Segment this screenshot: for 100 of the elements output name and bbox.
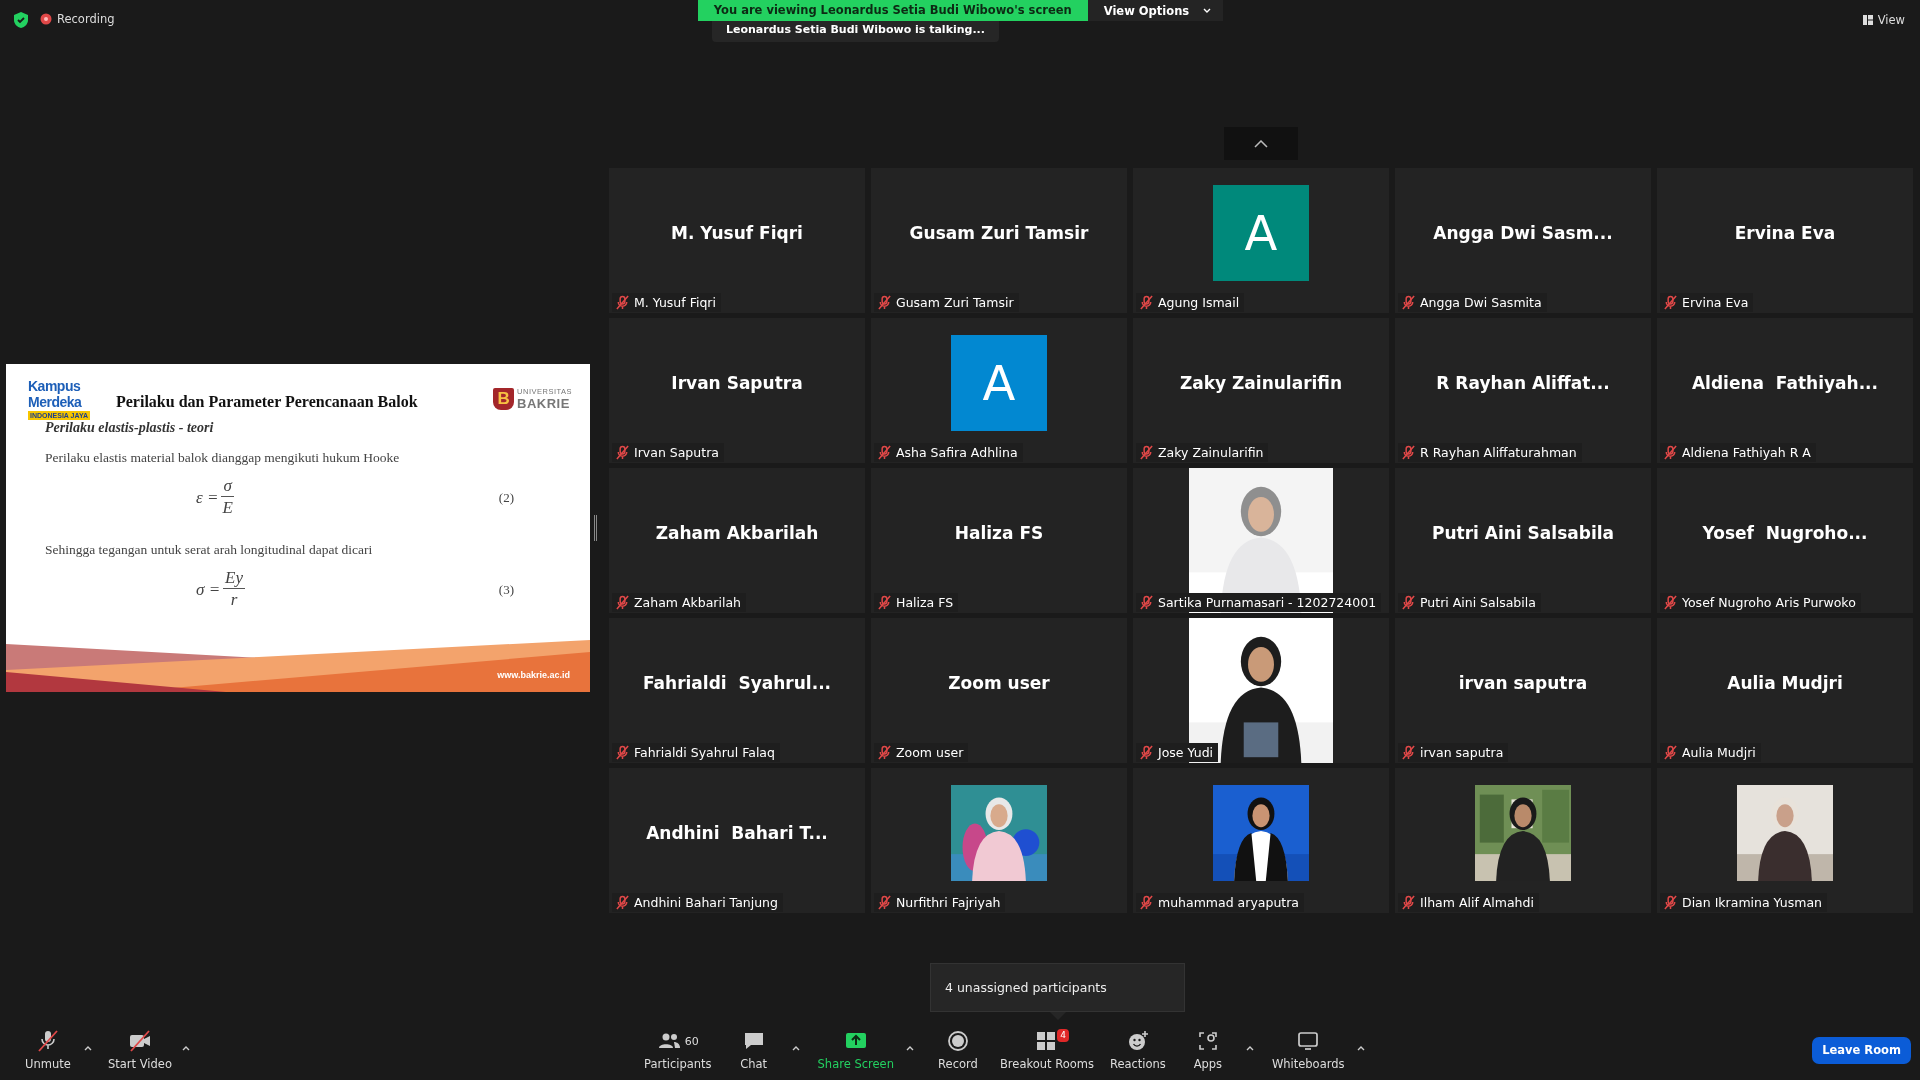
slide-subtitle: Perilaku elastis-plastis - teori (45, 419, 215, 436)
website-url: www.bakrie.ac.id (497, 669, 570, 680)
participant-name: Gusam Zuri Tamsir (909, 222, 1089, 243)
participant-label: Zoom user (896, 745, 964, 760)
caret-icon (791, 1045, 800, 1051)
denominator: r (230, 589, 238, 611)
participant-label: Aldiena Fathiyah R A (1682, 445, 1811, 460)
chevron-up-icon (1254, 139, 1268, 148)
participant-label: Haliza FS (896, 595, 954, 610)
logo-text: Merdeka (28, 393, 83, 410)
notification-badge: 4 (1057, 1029, 1069, 1042)
toolbar-button[interactable]: Chat (723, 1029, 784, 1071)
participant-name: Zoom user (948, 672, 1050, 693)
video-tile[interactable]: Ilham Alif Almahdi (1395, 768, 1651, 913)
toolbar-button[interactable]: Record (927, 1029, 988, 1071)
participant-label: Irvan Saputra (634, 445, 719, 460)
video-tile[interactable]: Gusam Zuri Tamsir Gusam Zuri Tamsir (871, 168, 1127, 313)
participant-label: Nurfithri Fajriyah (896, 895, 1001, 910)
equation-number: (3) (498, 581, 514, 598)
participant-label: M. Yusuf Fiqri (634, 295, 716, 310)
video-tile[interactable]: irvan saputra irvan saputra (1395, 618, 1651, 763)
video-tile[interactable]: A Agung Ismail (1133, 168, 1389, 313)
participant-label: Angga Dwi Sasmita (1420, 295, 1542, 310)
participant-name: Aulia Mudjri (1727, 672, 1843, 693)
participant-label: Ilham Alif Almahdi (1420, 895, 1534, 910)
video-tile[interactable]: Aldiena Fathiyah... Aldiena Fathiyah R A (1657, 318, 1913, 463)
toolbar-button[interactable]: Share Screen (813, 1029, 898, 1071)
video-tile[interactable]: Irvan Saputra Irvan Saputra (609, 318, 865, 463)
participant-label: Aulia Mudjri (1682, 745, 1756, 760)
video-tile[interactable]: Aulia Mudjri Aulia Mudjri (1657, 618, 1913, 763)
video-tile[interactable]: Zaham Akbarilah Zaham Akbarilah (609, 468, 865, 613)
numerator: Ey (223, 568, 246, 589)
video-tile[interactable]: Putri Aini Salsabila Putri Aini Salsabila (1395, 468, 1651, 613)
video-tile[interactable]: M. Yusuf Fiqri M. Yusuf Fiqri (609, 168, 865, 313)
caret-icon (1245, 1045, 1254, 1051)
slide-paragraph: Sehingga tegangan untuk serat arah longitudinal dapat dicari (45, 541, 374, 558)
record-icon (945, 1029, 970, 1053)
caret-icon (181, 1045, 190, 1051)
toolbar-button[interactable]: Apps (1177, 1029, 1238, 1071)
video-tile[interactable]: muhammad aryaputra (1133, 768, 1389, 913)
toolbar-button[interactable]: Whiteboards (1267, 1029, 1349, 1071)
toolbar-button[interactable]: 4 Breakout Rooms (995, 1029, 1098, 1071)
video-tile[interactable]: Nurfithri Fajriyah (871, 768, 1127, 913)
university-name: BAKRIE (517, 395, 571, 411)
participant-name: Zaham Akbarilah (655, 522, 819, 543)
video-tile[interactable]: Haliza FS Haliza FS (871, 468, 1127, 613)
view-button[interactable]: View (1862, 12, 1905, 28)
participant-label: Zaham Akbarilah (634, 595, 741, 610)
participant-name: Irvan Saputra (671, 372, 803, 393)
participant-name: Fahrialdi Syahrul... (642, 672, 832, 693)
caret-icon (1203, 7, 1212, 14)
toolbar-button[interactable]: 60 Participants (640, 1029, 716, 1071)
participant-name: Putri Aini Salsabila (1431, 522, 1615, 543)
whiteboard-icon (1296, 1029, 1321, 1053)
participant-label: Gusam Zuri Tamsir (896, 295, 1014, 310)
participant-label: Asha Safira Adhlina (896, 445, 1018, 460)
participant-name: Zaky Zainularifin (1179, 372, 1343, 393)
participant-name: Angga Dwi Sasm... (1433, 222, 1613, 243)
slide-title: Perilaku dan Parameter Perencanaan Balok (115, 391, 419, 411)
equation-lhs: σ = (196, 579, 221, 600)
toolbar-button[interactable]: Unmute (18, 1029, 78, 1071)
participant-label: Zaky Zainularifin (1158, 445, 1264, 460)
grid-icon (1862, 15, 1873, 25)
tooltip: 4 unassigned participants (930, 963, 1185, 1012)
caret-icon (84, 1045, 92, 1051)
caret-icon (905, 1045, 914, 1051)
video-tile[interactable]: Ervina Eva Ervina Eva (1657, 168, 1913, 313)
participant-name: M. Yusuf Fiqri (671, 222, 803, 243)
video-tile[interactable]: Angga Dwi Sasm... Angga Dwi Sasmita (1395, 168, 1651, 313)
participant-label: irvan saputra (1420, 745, 1504, 760)
recording-label: Recording (57, 12, 115, 26)
university-mark: B (493, 387, 515, 410)
video-tile[interactable]: Andhini Bahari T... Andhini Bahari Tanjung (609, 768, 865, 913)
equation-number: (2) (498, 489, 514, 506)
video-tile[interactable]: Zaky Zainularifin Zaky Zainularifin (1133, 318, 1389, 463)
video-tile[interactable]: R Rayhan Aliffat... R Rayhan Aliffaturahman (1395, 318, 1651, 463)
toolbar-button[interactable]: Reactions (1105, 1029, 1170, 1071)
equation-lhs: ε = (196, 487, 219, 508)
video-tile[interactable]: Sartika Purnamasari - 1202724001 (1133, 468, 1389, 613)
split-handle[interactable] (594, 514, 597, 541)
video-tile[interactable]: Jose Yudi (1133, 618, 1389, 763)
toolbar-button[interactable]: Start Video (104, 1029, 176, 1071)
video-tile[interactable]: A Asha Safira Adhlina (871, 318, 1127, 463)
view-options-button[interactable]: View Options (1087, 0, 1224, 21)
participant-name: R Rayhan Aliffat... (1436, 372, 1610, 393)
avatar: A (1213, 184, 1309, 281)
participant-name: Haliza FS (954, 522, 1044, 543)
video-tile[interactable]: Zoom user Zoom user (871, 618, 1127, 763)
video-tile[interactable]: Dian Ikramina Yusman (1657, 768, 1913, 913)
denominator: E (222, 497, 233, 519)
video-tile[interactable]: Yosef Nugroho... Yosef Nugroho Aris Purwoko (1657, 468, 1913, 613)
shield-icon (14, 12, 28, 28)
participant-label: Fahrialdi Syahrul Falaq (634, 745, 775, 760)
participant-label: R Rayhan Aliffaturahman (1420, 445, 1577, 460)
talking-indicator: Leonardus Setia Budi Wibowo is talking... (712, 21, 999, 42)
leave-room-button[interactable]: Leave Room (1812, 1036, 1911, 1064)
participant-name: Yosef Nugroho... (1702, 522, 1868, 543)
avatar: A (951, 334, 1047, 431)
video-tile[interactable]: Fahrialdi Syahrul... Fahrialdi Syahrul Falaq (609, 618, 865, 763)
caret-icon (1356, 1045, 1365, 1051)
